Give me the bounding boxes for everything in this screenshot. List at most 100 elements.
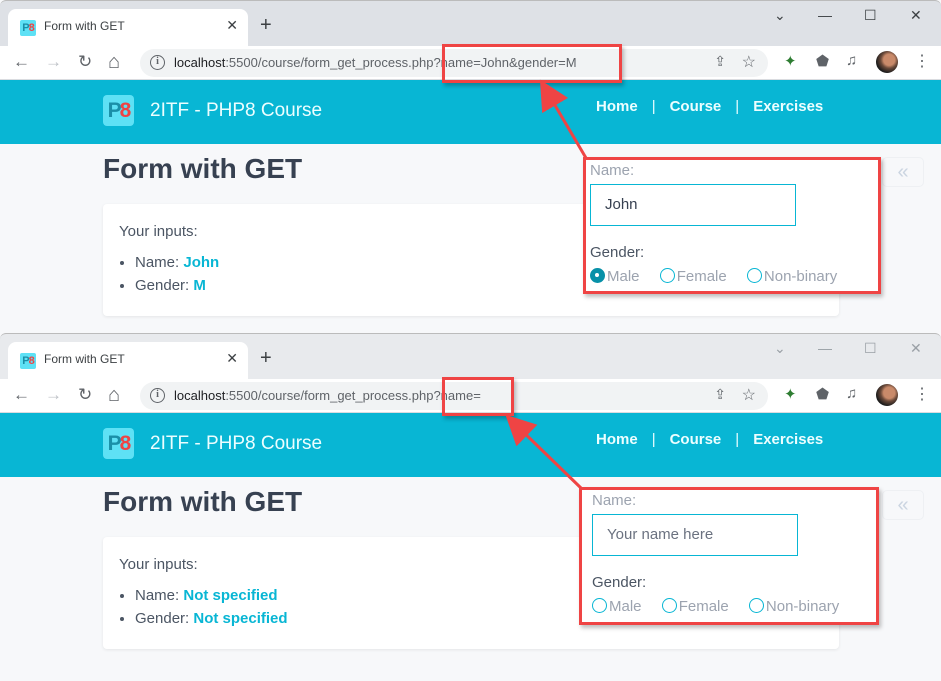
radio-label: Non-binary <box>763 268 838 285</box>
result-list: Name: Not specified Gender: Not specifie… <box>135 587 288 633</box>
result-value: John <box>183 254 220 271</box>
minimize-icon[interactable]: — <box>818 7 832 23</box>
extension-check-icon[interactable]: ✦ <box>784 385 797 403</box>
name-input[interactable]: Your name here <box>592 514 798 556</box>
radio-unchecked-icon[interactable] <box>659 268 675 283</box>
favicon-icon: P8 <box>20 353 36 369</box>
result-item-name: Name: John <box>135 254 219 271</box>
favicon-8: 8 <box>28 355 35 367</box>
minimize-icon[interactable]: — <box>818 340 832 356</box>
media-control-icon[interactable]: ♫ <box>846 385 857 402</box>
nav-course[interactable]: Course <box>670 98 722 115</box>
nav-home[interactable]: Home <box>596 98 638 115</box>
profile-avatar[interactable] <box>876 51 898 73</box>
tab-search-icon[interactable]: ⌄ <box>774 7 786 24</box>
extensions-puzzle-icon[interactable]: ⬟ <box>816 52 829 70</box>
close-tab-icon[interactable]: ✕ <box>226 17 238 34</box>
browser-titlebar: P8 Form with GET ✕ + ⌄ — ☐ ✕ <box>0 333 941 380</box>
tab-search-icon[interactable]: ⌄ <box>774 340 786 357</box>
extensions-puzzle-icon[interactable]: ⬟ <box>816 385 829 403</box>
site-nav: Home | Course | Exercises <box>596 98 823 115</box>
form-annotation-box: Name: Your name here Gender: Male Female… <box>579 487 879 625</box>
media-control-icon[interactable]: ♫ <box>846 52 857 69</box>
result-label: Name: <box>135 587 184 604</box>
nav-exercises[interactable]: Exercises <box>753 98 823 115</box>
home-icon[interactable]: ⌂ <box>108 385 120 405</box>
name-label: Name: <box>592 492 637 509</box>
browser-tab[interactable]: P8 Form with GET ✕ <box>8 9 248 47</box>
url-text: localhost:5500/course/form_get_process.p… <box>174 388 481 403</box>
logo-8: 8 <box>119 99 132 122</box>
info-icon[interactable]: i <box>150 388 165 403</box>
site-brand[interactable]: 2ITF - PHP8 Course <box>150 100 322 122</box>
url-host: localhost <box>174 388 226 403</box>
radio-checked-icon[interactable] <box>590 268 605 283</box>
nav-home[interactable]: Home <box>596 431 638 448</box>
radio-non-binary[interactable]: Non-binary <box>748 598 839 615</box>
logo-p: P <box>107 99 122 122</box>
new-tab-button[interactable]: + <box>260 348 272 368</box>
gender-label: Gender: <box>592 574 647 591</box>
radio-non-binary[interactable]: Non-binary <box>746 268 838 285</box>
name-input[interactable]: John <box>590 184 796 226</box>
collapse-button[interactable]: « <box>882 490 924 520</box>
reload-icon[interactable]: ↻ <box>78 52 92 72</box>
back-icon[interactable]: ← <box>13 52 30 72</box>
extension-check-icon[interactable]: ✦ <box>784 52 797 70</box>
nav-exercises[interactable]: Exercises <box>753 431 823 448</box>
forward-icon[interactable]: → <box>45 52 62 72</box>
tab-title: Form with GET <box>44 352 125 366</box>
url-host: localhost <box>174 55 226 70</box>
nav-course[interactable]: Course <box>670 431 722 448</box>
close-window-icon[interactable]: ✕ <box>910 340 922 357</box>
forward-icon[interactable]: → <box>45 385 62 405</box>
profile-avatar[interactable] <box>876 384 898 406</box>
radio-unchecked-icon[interactable] <box>592 598 607 613</box>
site-logo[interactable]: P8 <box>103 95 134 126</box>
site-logo[interactable]: P8 <box>103 428 134 459</box>
browser-menu-icon[interactable]: ⋮ <box>914 385 930 405</box>
home-icon[interactable]: ⌂ <box>108 52 120 72</box>
radio-male[interactable]: Male <box>592 598 642 615</box>
maximize-icon[interactable]: ☐ <box>864 340 877 357</box>
share-icon[interactable]: ⇪ <box>714 386 726 403</box>
radio-unchecked-icon[interactable] <box>661 598 677 613</box>
radio-unchecked-icon[interactable] <box>746 268 762 283</box>
page-title: Form with GET <box>103 486 303 517</box>
radio-female[interactable]: Female <box>659 268 727 285</box>
favicon-icon: P8 <box>20 20 36 36</box>
collapse-button[interactable]: « <box>882 157 924 187</box>
back-icon[interactable]: ← <box>13 385 30 405</box>
close-tab-icon[interactable]: ✕ <box>226 350 238 367</box>
browser-menu-icon[interactable]: ⋮ <box>914 52 930 72</box>
radio-label: Male <box>607 268 640 285</box>
nav-separator: | <box>651 98 656 115</box>
radio-female[interactable]: Female <box>661 598 729 615</box>
new-tab-button[interactable]: + <box>260 15 272 35</box>
reload-icon[interactable]: ↻ <box>78 385 92 405</box>
info-icon[interactable]: i <box>150 55 165 70</box>
url-path: :5500/course/form_get_process.php <box>225 55 434 70</box>
share-icon[interactable]: ⇪ <box>714 53 726 70</box>
name-label: Name: <box>590 162 635 179</box>
radio-male[interactable]: Male <box>590 268 640 285</box>
browser-titlebar: P8 Form with GET ✕ + ⌄ — ☐ ✕ <box>0 0 941 47</box>
nav-separator: | <box>735 98 740 115</box>
bookmark-star-icon[interactable]: ☆ <box>742 52 756 72</box>
result-item-name: Name: Not specified <box>135 587 288 604</box>
gender-radio-group: Male Female Non-binary <box>590 268 853 285</box>
result-label: Gender: <box>135 277 194 294</box>
page-title: Form with GET <box>103 153 303 184</box>
site-nav: Home | Course | Exercises <box>596 431 823 448</box>
site-brand[interactable]: 2ITF - PHP8 Course <box>150 433 322 455</box>
nav-separator: | <box>735 431 740 448</box>
logo-8: 8 <box>119 432 132 455</box>
result-label: Name: <box>135 254 184 271</box>
maximize-icon[interactable]: ☐ <box>864 7 877 24</box>
browser-tab[interactable]: P8 Form with GET ✕ <box>8 342 248 380</box>
gender-radio-group: Male Female Non-binary <box>592 598 855 615</box>
result-item-gender: Gender: M <box>135 277 219 294</box>
close-window-icon[interactable]: ✕ <box>910 7 922 24</box>
bookmark-star-icon[interactable]: ☆ <box>742 385 756 405</box>
radio-unchecked-icon[interactable] <box>748 598 764 613</box>
